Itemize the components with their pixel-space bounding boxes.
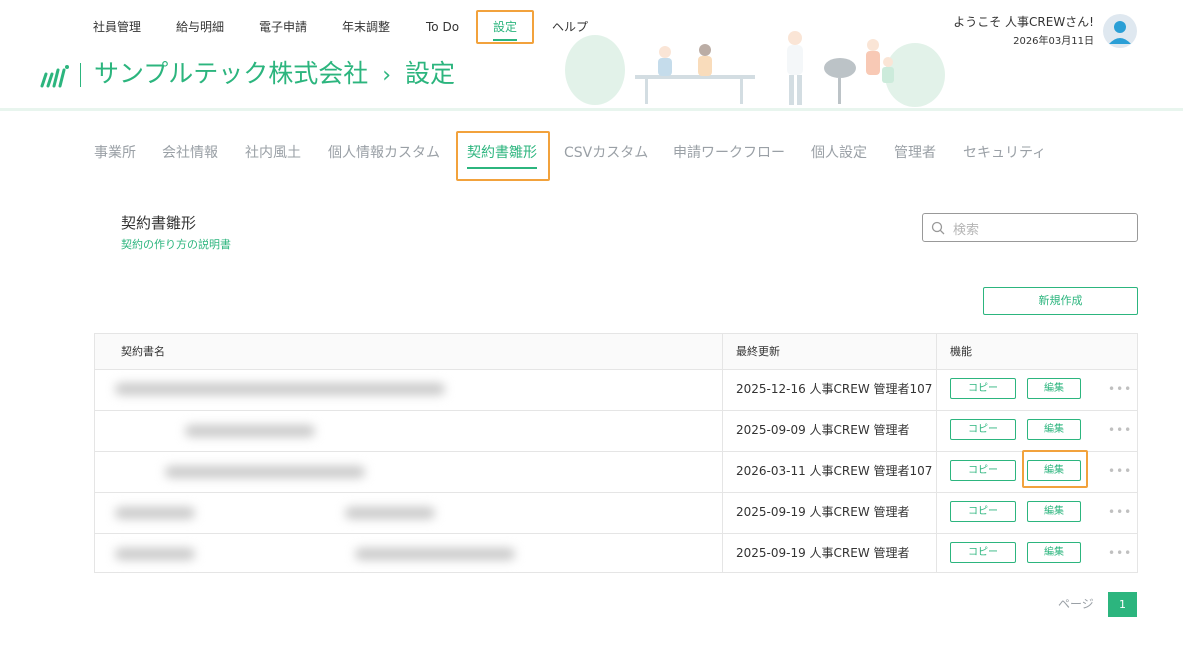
- nav-settings[interactable]: 設定: [493, 18, 518, 41]
- nav-help[interactable]: ヘルプ: [552, 18, 588, 36]
- last-updated: 2025-09-19 人事CREW 管理者: [736, 505, 910, 519]
- contract-name-redacted: [105, 369, 540, 410]
- contract-table: 契約書名 最終更新 機能 2025-12-16 人事CREW 管理者107 コピ…: [94, 333, 1138, 573]
- help-link[interactable]: 契約の作り方の説明書: [121, 237, 231, 253]
- nav-todo[interactable]: To Do: [426, 18, 459, 36]
- contract-name-redacted: [105, 533, 540, 574]
- tab-personal-settings[interactable]: 個人設定: [811, 143, 867, 163]
- logo-divider: [80, 63, 81, 87]
- tab-security[interactable]: セキュリティ: [963, 143, 1046, 163]
- copy-button[interactable]: コピー: [950, 501, 1016, 522]
- column-header-name: 契約書名: [121, 345, 165, 358]
- nav-e-application[interactable]: 電子申請: [259, 18, 307, 36]
- tab-company-info[interactable]: 会社情報: [162, 143, 218, 163]
- more-options-icon[interactable]: •••: [1108, 546, 1132, 560]
- header-illustration: [565, 31, 945, 107]
- table-row: 2025-09-09 人事CREW 管理者 コピー 編集 •••: [95, 410, 1137, 452]
- contract-name-redacted: [105, 451, 540, 492]
- user-avatar-icon: [1109, 21, 1131, 44]
- nav-year-end[interactable]: 年末調整: [342, 18, 390, 36]
- copy-button[interactable]: コピー: [950, 378, 1016, 399]
- table-row: 2025-12-16 人事CREW 管理者107 コピー 編集 •••: [95, 369, 1137, 411]
- edit-button[interactable]: 編集: [1027, 460, 1081, 481]
- copy-button[interactable]: コピー: [950, 542, 1016, 563]
- last-updated: 2025-09-19 人事CREW 管理者: [736, 546, 910, 560]
- edit-button[interactable]: 編集: [1027, 419, 1081, 440]
- breadcrumb-separator: ›: [382, 63, 392, 88]
- last-updated: 2025-12-16 人事CREW 管理者107: [736, 382, 933, 396]
- tab-office[interactable]: 事業所: [94, 143, 136, 163]
- contract-name-redacted: [105, 492, 540, 533]
- company-name: サンプルテック株式会社: [94, 59, 369, 88]
- copy-button[interactable]: コピー: [950, 460, 1016, 481]
- column-header-updated: 最終更新: [736, 345, 780, 358]
- header: 社員管理 給与明細 電子申請 年末調整 To Do 設定 ヘルプ サンプルテック…: [0, 0, 1183, 111]
- edit-button[interactable]: 編集: [1027, 378, 1081, 399]
- breadcrumb-current: 設定: [404, 59, 455, 88]
- welcome-text: ようこそ 人事CREWさん!: [953, 15, 1094, 29]
- tab-culture[interactable]: 社内風土: [245, 143, 301, 163]
- more-options-icon[interactable]: •••: [1108, 423, 1132, 437]
- tab-admin[interactable]: 管理者: [894, 143, 936, 163]
- pagination-label: ページ: [1058, 597, 1094, 611]
- search-icon: [931, 221, 945, 235]
- new-template-button[interactable]: 新規作成: [983, 287, 1138, 315]
- nav-payslip[interactable]: 給与明細: [176, 18, 224, 36]
- welcome-block: ようこそ 人事CREWさん! 2026年03月11日: [953, 14, 1094, 48]
- table-row: 2025-09-19 人事CREW 管理者 コピー 編集 •••: [95, 533, 1137, 574]
- more-options-icon[interactable]: •••: [1108, 505, 1132, 519]
- current-date: 2026年03月11日: [1013, 36, 1094, 47]
- tab-contract-templates[interactable]: 契約書雛形: [467, 143, 537, 169]
- section-title: 契約書雛形: [121, 214, 197, 232]
- page-title: サンプルテック株式会社 › 設定: [94, 57, 455, 93]
- tab-csv-custom[interactable]: CSVカスタム: [564, 143, 648, 163]
- search-box[interactable]: [922, 213, 1138, 242]
- tab-personal-custom[interactable]: 個人情報カスタム: [328, 143, 440, 163]
- search-input[interactable]: [951, 218, 1135, 240]
- avatar[interactable]: [1103, 14, 1137, 48]
- contract-name-redacted: [105, 410, 540, 451]
- last-updated: 2025-09-09 人事CREW 管理者: [736, 423, 910, 437]
- page-number-button[interactable]: 1: [1108, 592, 1137, 617]
- nav-employee[interactable]: 社員管理: [93, 18, 141, 36]
- more-options-icon[interactable]: •••: [1108, 464, 1132, 478]
- company-logo-icon: [40, 65, 69, 88]
- table-header: 契約書名 最終更新 機能: [95, 334, 1137, 370]
- edit-button[interactable]: 編集: [1027, 542, 1081, 563]
- table-row: 2026-03-11 人事CREW 管理者107 コピー 編集 •••: [95, 451, 1137, 493]
- table-row: 2025-09-19 人事CREW 管理者 コピー 編集 •••: [95, 492, 1137, 534]
- more-options-icon[interactable]: •••: [1108, 382, 1132, 396]
- copy-button[interactable]: コピー: [950, 419, 1016, 440]
- column-header-actions: 機能: [950, 345, 972, 358]
- edit-button[interactable]: 編集: [1027, 501, 1081, 522]
- tab-workflow[interactable]: 申請ワークフロー: [673, 143, 785, 163]
- last-updated: 2026-03-11 人事CREW 管理者107: [736, 464, 933, 478]
